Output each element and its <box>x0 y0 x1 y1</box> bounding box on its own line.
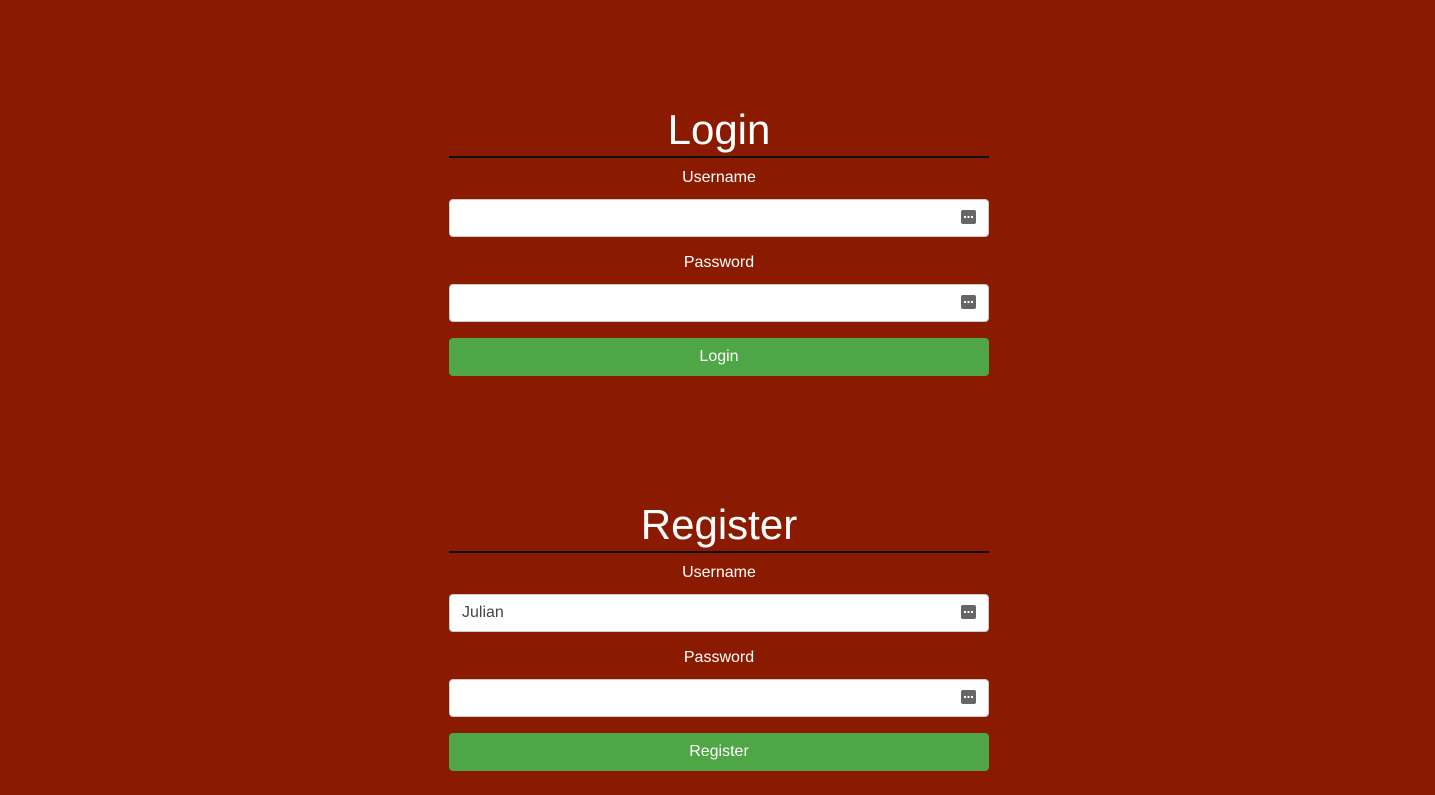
register-password-label: Password <box>683 649 755 666</box>
register-username-value: Julian <box>462 604 504 621</box>
login-section: Login Username Password Login <box>449 104 989 376</box>
register-title: Register <box>640 501 798 548</box>
register-divider <box>449 551 989 553</box>
keyboard-icon[interactable] <box>961 605 976 619</box>
login-password-input[interactable] <box>449 284 989 322</box>
register-username-input[interactable]: Julian <box>449 594 989 632</box>
login-divider <box>449 156 989 158</box>
login-username-input[interactable] <box>449 199 989 237</box>
keyboard-icon[interactable] <box>961 210 976 224</box>
register-username-label: Username <box>682 564 756 581</box>
keyboard-icon[interactable] <box>961 295 976 309</box>
login-password-label: Password <box>683 254 755 271</box>
login-button[interactable]: Login <box>449 338 989 376</box>
keyboard-icon[interactable] <box>961 690 976 704</box>
login-title: Login <box>667 106 771 153</box>
register-password-input[interactable] <box>449 679 989 717</box>
register-button[interactable]: Register <box>449 733 989 771</box>
login-username-label: Username <box>682 169 756 186</box>
register-section: Register Username Julian Password Regist… <box>449 499 989 771</box>
